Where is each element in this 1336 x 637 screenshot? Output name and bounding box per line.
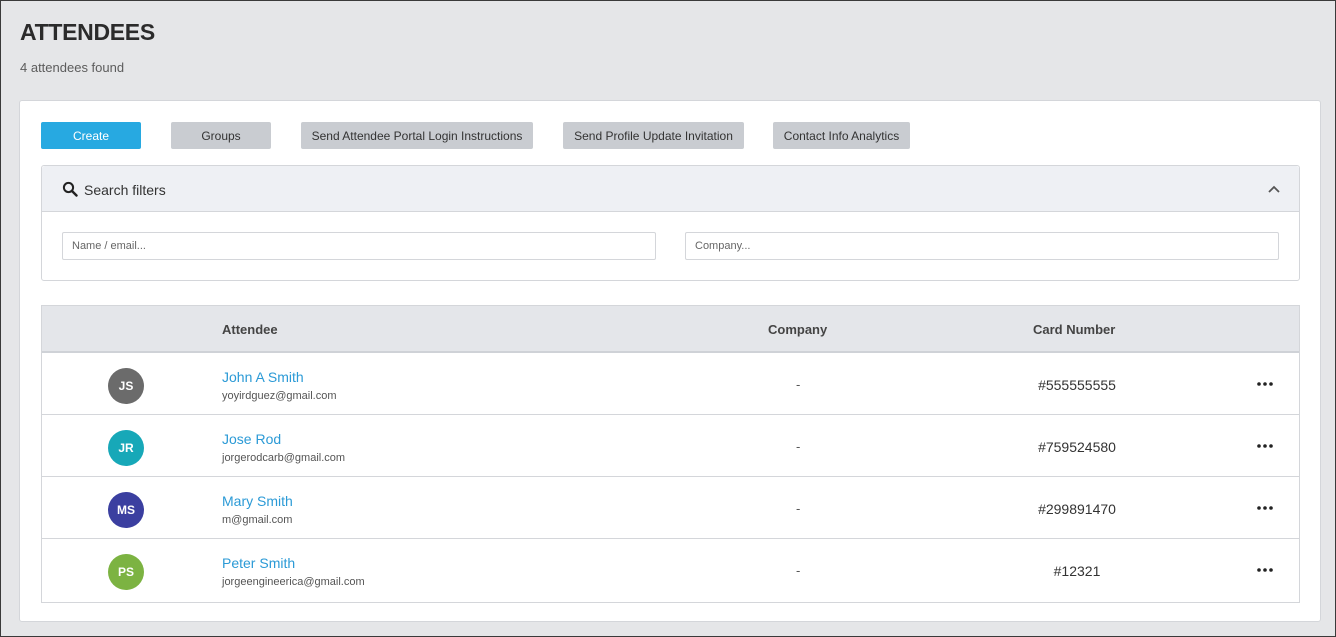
company-search-input[interactable] [685, 232, 1279, 260]
contact-info-analytics-button[interactable]: Contact Info Analytics [773, 122, 910, 149]
table-row: PS Peter Smith jorgeengineerica@gmail.co… [42, 539, 1299, 601]
attendee-name-link[interactable]: John A Smith [222, 369, 304, 385]
attendee-email: yoyirdguez@gmail.com [222, 390, 337, 402]
avatar: JR [108, 430, 144, 466]
card-number-cell: #299891470 [1038, 501, 1116, 517]
company-cell: - [796, 439, 801, 454]
column-header-card-number[interactable]: Card Number [1033, 322, 1115, 337]
app-frame: ATTENDEES 4 attendees found Create Group… [0, 0, 1336, 637]
page-title: ATTENDEES [20, 19, 155, 45]
search-filters-header[interactable]: Search filters [42, 166, 1299, 212]
company-cell: - [796, 563, 801, 578]
search-icon [62, 181, 78, 197]
more-horizontal-icon[interactable] [1255, 562, 1275, 578]
more-horizontal-icon[interactable] [1255, 438, 1275, 454]
column-header-attendee[interactable]: Attendee [222, 322, 278, 337]
attendee-email: jorgerodcarb@gmail.com [222, 452, 346, 464]
attendee-email: jorgeengineerica@gmail.com [222, 576, 365, 588]
card-number-cell: #555555555 [1038, 377, 1116, 393]
groups-button[interactable]: Groups [171, 122, 271, 149]
avatar: JS [108, 368, 144, 404]
main-panel: Create Groups Send Attendee Portal Login… [19, 100, 1321, 622]
table-header: Attendee Company Card Number [42, 306, 1299, 353]
table-row: JR Jose Rod jorgerodcarb@gmail.com - #75… [42, 415, 1299, 477]
results-count: 4 attendees found [20, 60, 125, 75]
attendee-name-link[interactable]: Jose Rod [222, 431, 281, 447]
avatar: PS [108, 554, 144, 590]
card-number-cell: #759524580 [1038, 439, 1116, 455]
attendee-email: m@gmail.com [222, 514, 293, 526]
search-filters-panel: Search filters [41, 165, 1300, 281]
chevron-up-icon[interactable] [1267, 183, 1281, 195]
attendee-name-link[interactable]: Mary Smith [222, 493, 293, 509]
card-number-cell: #12321 [1053, 563, 1101, 579]
name-email-search-input[interactable] [62, 232, 656, 260]
create-button[interactable]: Create [41, 122, 141, 149]
more-horizontal-icon[interactable] [1255, 376, 1275, 392]
company-cell: - [796, 377, 801, 392]
attendees-table: Attendee Company Card Number JS John A S… [41, 305, 1300, 603]
table-row: MS Mary Smith m@gmail.com - #299891470 [42, 477, 1299, 539]
more-horizontal-icon[interactable] [1255, 500, 1275, 516]
attendee-name-link[interactable]: Peter Smith [222, 555, 295, 571]
avatar: MS [108, 492, 144, 528]
column-header-company[interactable]: Company [768, 322, 827, 337]
search-filters-title: Search filters [84, 182, 166, 198]
company-cell: - [796, 501, 801, 516]
send-portal-login-button[interactable]: Send Attendee Portal Login Instructions [301, 122, 533, 149]
table-row: JS John A Smith yoyirdguez@gmail.com - #… [42, 353, 1299, 415]
send-profile-update-button[interactable]: Send Profile Update Invitation [563, 122, 744, 149]
